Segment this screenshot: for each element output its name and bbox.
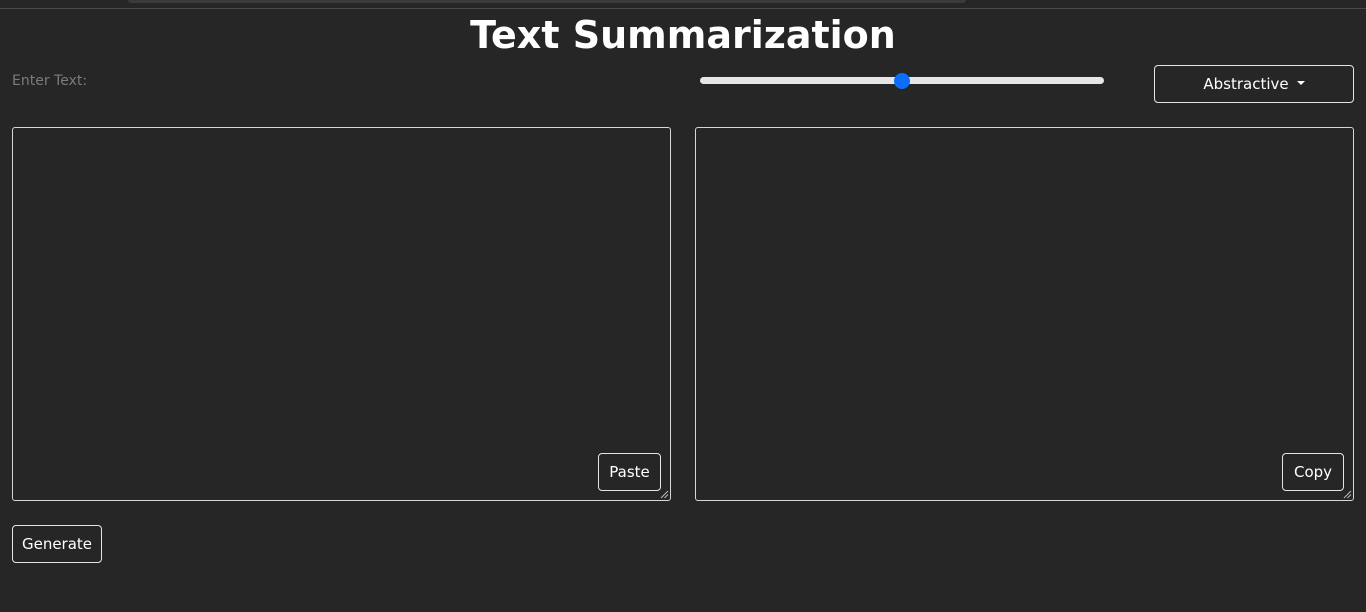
dropdown-selected-label: Abstractive [1203,75,1289,93]
summary-length-slider[interactable] [700,71,1104,91]
page-title: Text Summarization [470,13,896,57]
output-text-panel: Copy [695,127,1354,501]
output-textarea[interactable] [696,128,1353,500]
resize-grip-icon[interactable] [1343,490,1352,499]
top-scroll-indicator [128,0,966,3]
generate-button[interactable]: Generate [12,525,102,563]
copy-button[interactable]: Copy [1282,453,1344,491]
caret-down-icon [1296,81,1305,85]
summarization-mode-dropdown[interactable]: Abstractive [1154,65,1354,103]
input-textarea[interactable] [13,128,670,500]
paste-button[interactable]: Paste [598,453,661,491]
slider-thumb[interactable] [894,73,910,89]
resize-grip-icon[interactable] [660,490,669,499]
top-divider [0,8,1366,9]
input-text-panel: Paste [12,127,671,501]
enter-text-label: Enter Text: [12,73,88,89]
